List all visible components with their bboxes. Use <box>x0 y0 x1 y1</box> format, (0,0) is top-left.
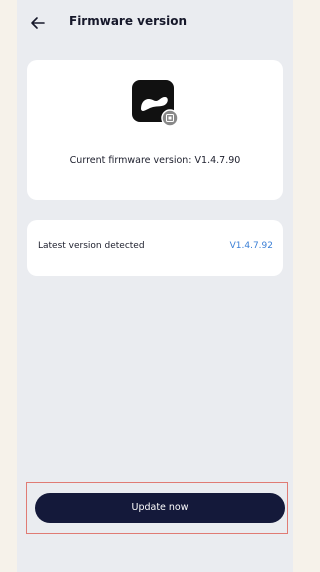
device-chip-icon <box>132 80 179 127</box>
current-firmware-label: Current firmware version: <box>69 155 192 166</box>
latest-version-value: V1.4.7.92 <box>229 241 273 251</box>
current-firmware-value: V1.4.7.90 <box>194 155 241 166</box>
latest-version-label: Latest version detected <box>38 241 145 251</box>
firmware-card: Current firmware version: V1.4.7.90 <box>27 60 283 200</box>
current-firmware-line: Current firmware version: V1.4.7.90 <box>27 155 283 166</box>
update-now-button[interactable]: Update now <box>35 493 285 523</box>
header-bar: Firmware version <box>17 10 293 40</box>
latest-version-card: Latest version detected V1.4.7.92 <box>27 220 283 276</box>
arrow-left-icon[interactable] <box>29 14 47 32</box>
page-title: Firmware version <box>69 14 188 28</box>
